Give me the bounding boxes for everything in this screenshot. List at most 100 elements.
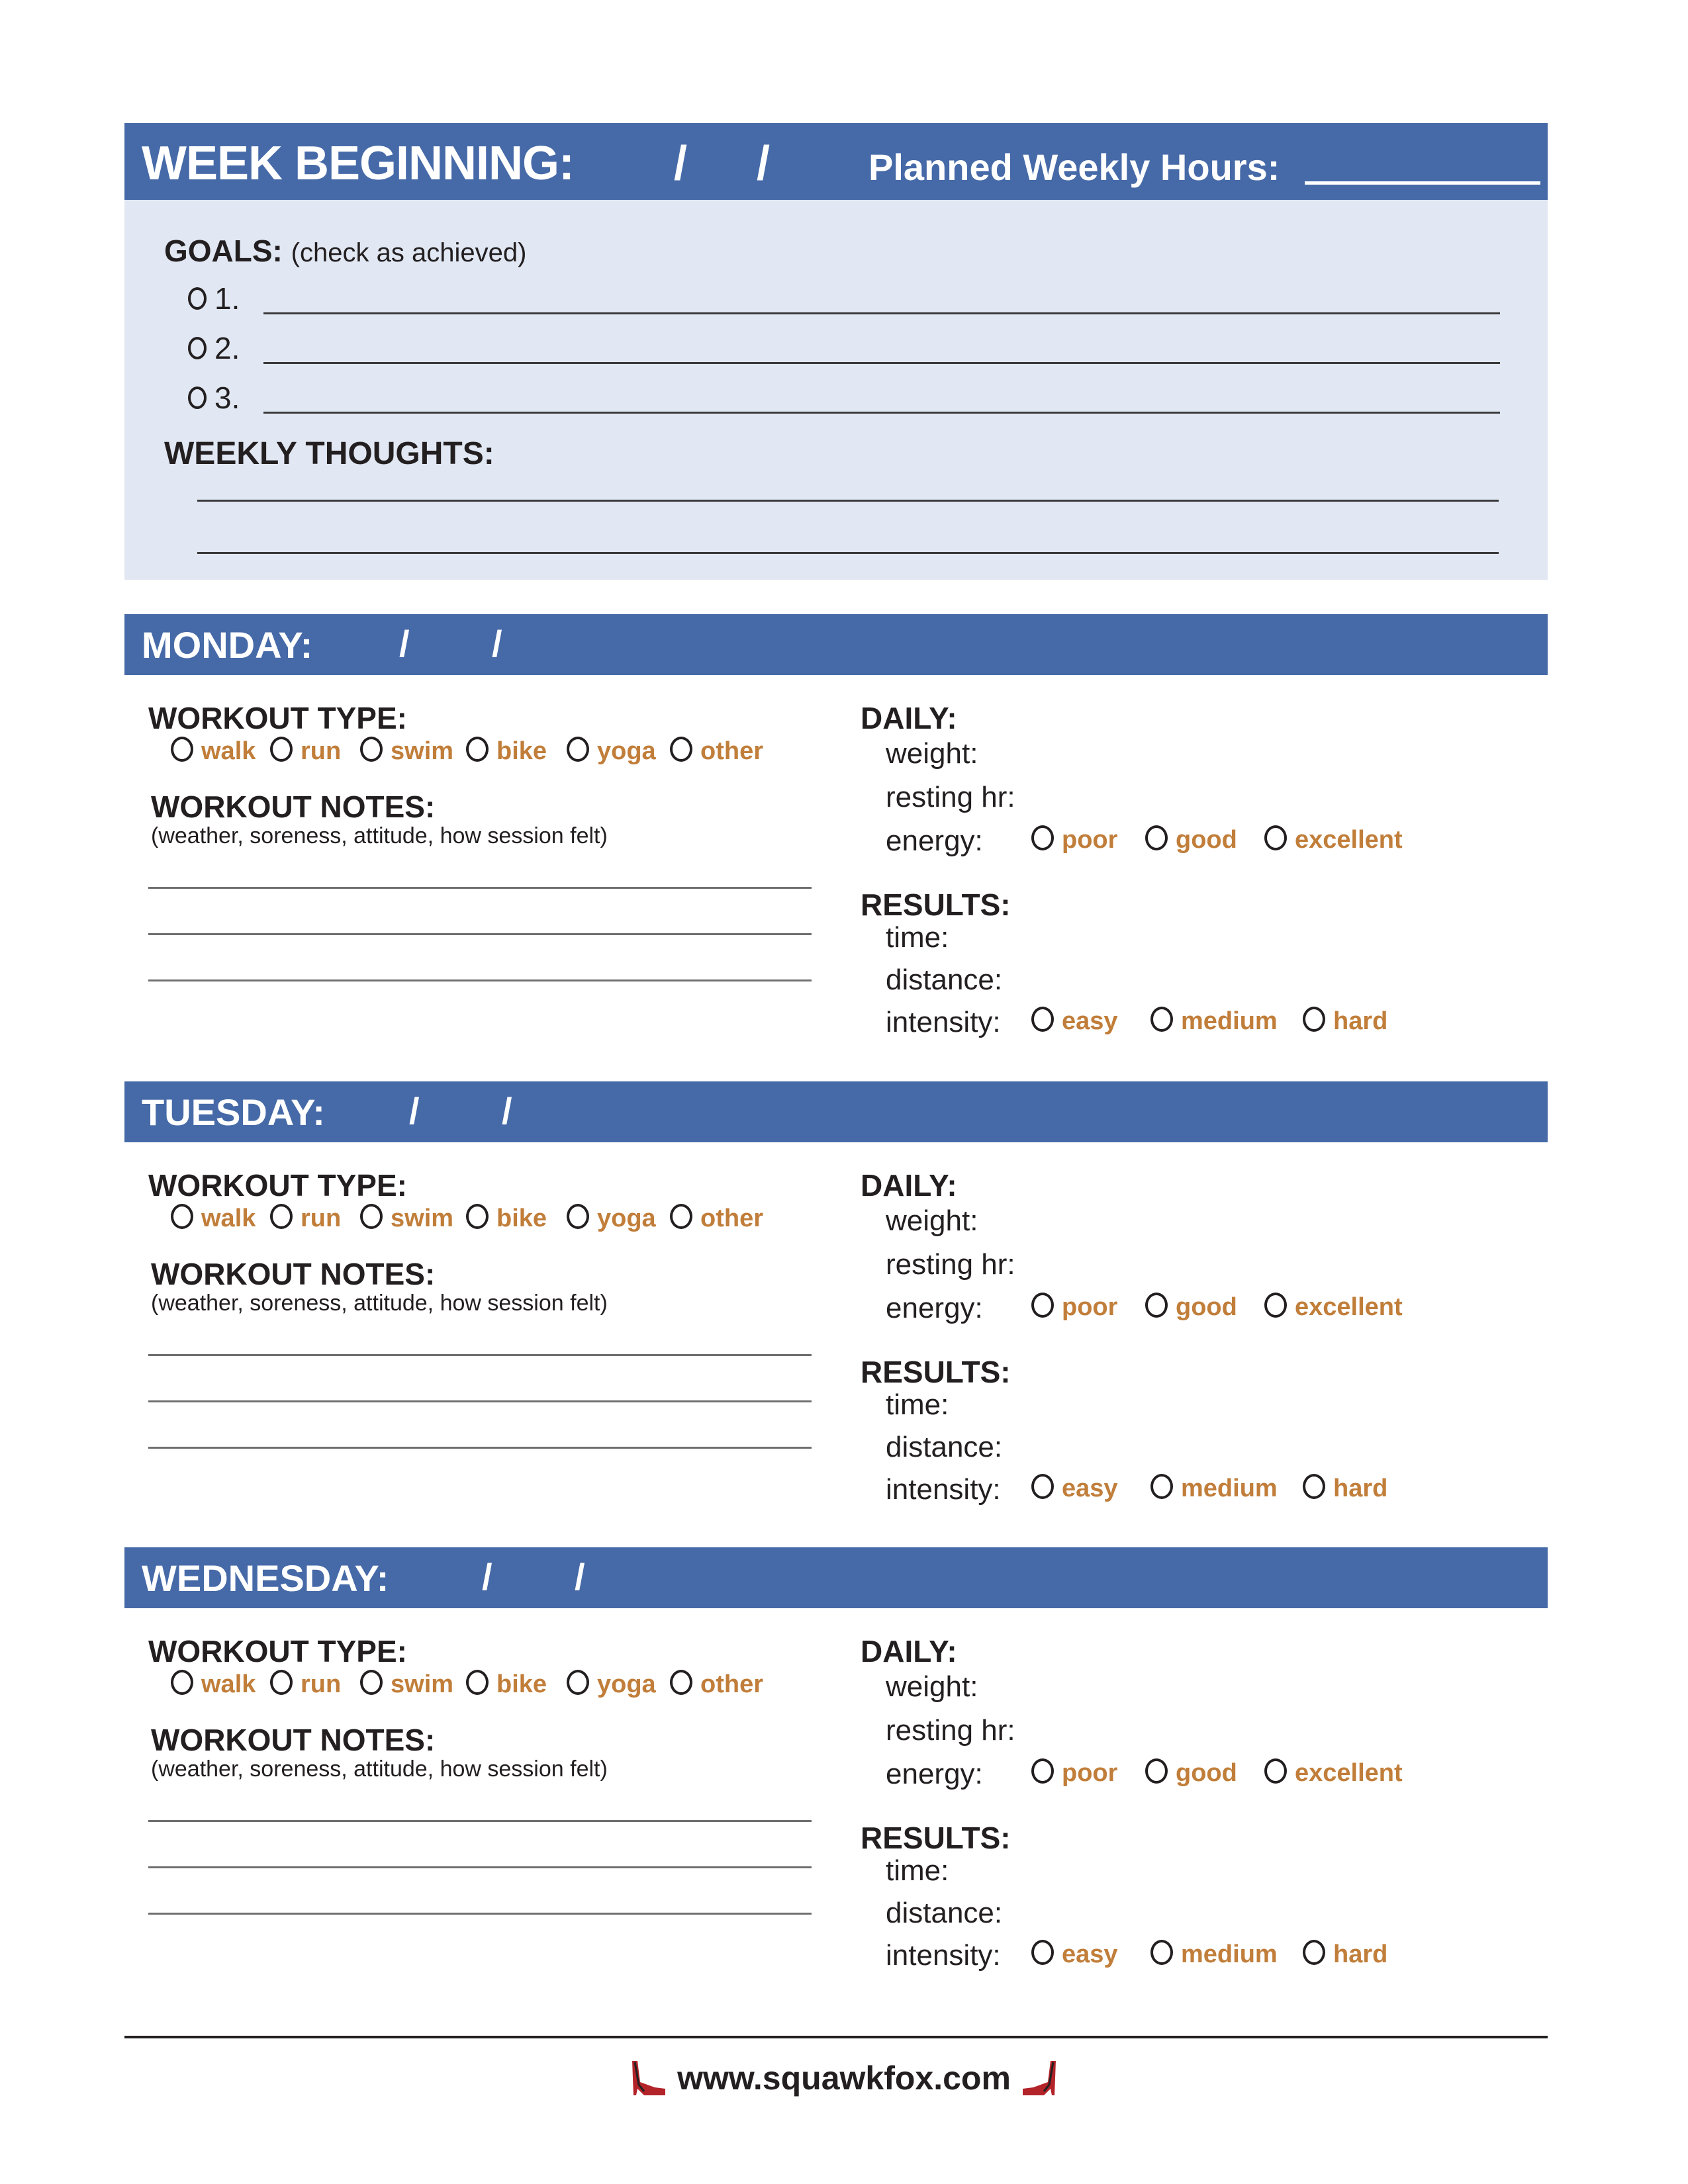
goal-checkbox[interactable] <box>188 337 207 359</box>
workout-notes-line[interactable] <box>148 1866 812 1868</box>
weekly-thoughts-line[interactable] <box>197 552 1499 554</box>
radio-circle-icon[interactable] <box>1150 1473 1173 1499</box>
radio-circle-icon[interactable] <box>1145 825 1168 850</box>
radio-circle-icon[interactable] <box>1150 1006 1173 1032</box>
radio-circle-icon[interactable] <box>670 736 692 762</box>
workout-type-bike-label: bike <box>496 737 547 765</box>
radio-circle-icon[interactable] <box>1145 1292 1168 1318</box>
workout-type-walk-option[interactable]: walk <box>171 1203 256 1238</box>
radio-circle-icon[interactable] <box>1303 1939 1325 1965</box>
workout-type-bike-option[interactable]: bike <box>466 1203 547 1238</box>
radio-circle-icon[interactable] <box>466 1669 489 1695</box>
energy-poor-option[interactable]: poor <box>1031 825 1117 859</box>
intensity-hard-option[interactable]: hard <box>1303 1473 1387 1508</box>
intensity-medium-option[interactable]: medium <box>1150 1473 1278 1508</box>
energy-good-option[interactable]: good <box>1145 1758 1237 1792</box>
footer-website-link[interactable]: www.squawkfox.com <box>677 2059 1011 2097</box>
workout-notes-line[interactable] <box>148 1913 812 1915</box>
workout-notes-line[interactable] <box>148 1447 812 1449</box>
workout-notes-line[interactable] <box>148 933 812 935</box>
intensity-easy-option[interactable]: easy <box>1031 1939 1118 1974</box>
radio-circle-icon[interactable] <box>1264 825 1287 850</box>
workout-type-walk-option[interactable]: walk <box>171 736 256 770</box>
intensity-hard-option[interactable]: hard <box>1303 1939 1387 1974</box>
workout-type-run-option[interactable]: run <box>270 1203 341 1238</box>
intensity-easy-option[interactable]: easy <box>1031 1473 1118 1508</box>
radio-circle-icon[interactable] <box>171 1669 193 1695</box>
workout-type-run-option[interactable]: run <box>270 736 341 770</box>
energy-excellent-option[interactable]: excellent <box>1264 1758 1403 1792</box>
planned-hours-field[interactable] <box>1305 181 1540 185</box>
daily-results-column: DAILY: weight: resting hr: energy: poor g… <box>861 1142 1523 1546</box>
workout-type-heading: WORKOUT TYPE: <box>148 1634 407 1668</box>
goal-checkbox[interactable] <box>188 387 207 409</box>
radio-circle-icon[interactable] <box>567 1203 589 1229</box>
radio-circle-icon[interactable] <box>1150 1939 1173 1965</box>
energy-poor-option[interactable]: poor <box>1031 1292 1117 1326</box>
workout-notes-line[interactable] <box>148 1400 812 1402</box>
radio-circle-icon[interactable] <box>360 1669 383 1695</box>
radio-circle-icon[interactable] <box>1031 825 1054 850</box>
intensity-medium-option[interactable]: medium <box>1150 1939 1278 1974</box>
energy-excellent-option[interactable]: excellent <box>1264 825 1403 859</box>
energy-excellent-option[interactable]: excellent <box>1264 1292 1403 1326</box>
workout-type-yoga-option[interactable]: yoga <box>567 736 656 770</box>
energy-good-option[interactable]: good <box>1145 825 1237 859</box>
workout-type-other-option[interactable]: other <box>670 736 763 770</box>
intensity-medium-option[interactable]: medium <box>1150 1006 1278 1040</box>
radio-circle-icon[interactable] <box>171 1203 193 1229</box>
workout-type-yoga-option[interactable]: yoga <box>567 1203 656 1238</box>
workout-type-yoga-option[interactable]: yoga <box>567 1669 656 1704</box>
radio-circle-icon[interactable] <box>1031 1473 1054 1499</box>
radio-circle-icon[interactable] <box>1303 1006 1325 1032</box>
radio-circle-icon[interactable] <box>1145 1758 1168 1784</box>
radio-circle-icon[interactable] <box>670 1203 692 1229</box>
workout-type-other-option[interactable]: other <box>670 1669 763 1704</box>
radio-circle-icon[interactable] <box>1303 1473 1325 1499</box>
intensity-easy-option[interactable]: easy <box>1031 1006 1118 1040</box>
radio-circle-icon[interactable] <box>1031 1006 1054 1032</box>
goals-title: GOALS: <box>164 234 283 268</box>
radio-circle-icon[interactable] <box>270 736 293 762</box>
radio-circle-icon[interactable] <box>360 736 383 762</box>
workout-type-swim-option[interactable]: swim <box>360 1203 453 1238</box>
goal-number: 2. <box>214 331 240 365</box>
radio-circle-icon[interactable] <box>567 1669 589 1695</box>
energy-poor-option[interactable]: poor <box>1031 1758 1117 1792</box>
workout-type-bike-option[interactable]: bike <box>466 736 547 770</box>
radio-circle-icon[interactable] <box>567 736 589 762</box>
workout-notes-line[interactable] <box>148 1820 812 1822</box>
radio-circle-icon[interactable] <box>670 1669 692 1695</box>
workout-type-swim-option[interactable]: swim <box>360 736 453 770</box>
radio-circle-icon[interactable] <box>1264 1758 1287 1784</box>
goal-checkbox[interactable] <box>188 287 207 310</box>
radio-circle-icon[interactable] <box>1031 1758 1054 1784</box>
workout-type-bike-option[interactable]: bike <box>466 1669 547 1704</box>
energy-good-option[interactable]: good <box>1145 1292 1237 1326</box>
radio-circle-icon[interactable] <box>466 1203 489 1229</box>
workout-type-run-option[interactable]: run <box>270 1669 341 1704</box>
intensity-hard-option[interactable]: hard <box>1303 1006 1387 1040</box>
radio-circle-icon[interactable] <box>1264 1292 1287 1318</box>
radio-circle-icon[interactable] <box>466 736 489 762</box>
goal-input-line[interactable] <box>263 412 1500 414</box>
workout-type-walk-option[interactable]: walk <box>171 1669 256 1704</box>
intensity-label: intensity: <box>886 1939 1001 1972</box>
workout-notes-line[interactable] <box>148 979 812 981</box>
radio-circle-icon[interactable] <box>360 1203 383 1229</box>
intensity-medium-label: medium <box>1181 1475 1278 1502</box>
goal-input-line[interactable] <box>263 362 1500 364</box>
workout-notes-line[interactable] <box>148 1354 812 1356</box>
radio-circle-icon[interactable] <box>171 736 193 762</box>
radio-circle-icon[interactable] <box>270 1203 293 1229</box>
workout-notes-line[interactable] <box>148 887 812 889</box>
workout-notes-hint: (weather, soreness, attitude, how sessio… <box>151 823 608 848</box>
radio-circle-icon[interactable] <box>1031 1939 1054 1965</box>
radio-circle-icon[interactable] <box>1031 1292 1054 1318</box>
weekly-thoughts-line[interactable] <box>197 500 1499 502</box>
goal-input-line[interactable] <box>263 312 1500 314</box>
workout-type-swim-option[interactable]: swim <box>360 1669 453 1704</box>
workout-type-other-option[interactable]: other <box>670 1203 763 1238</box>
energy-options: poor good excellent <box>1031 1758 1521 1792</box>
radio-circle-icon[interactable] <box>270 1669 293 1695</box>
